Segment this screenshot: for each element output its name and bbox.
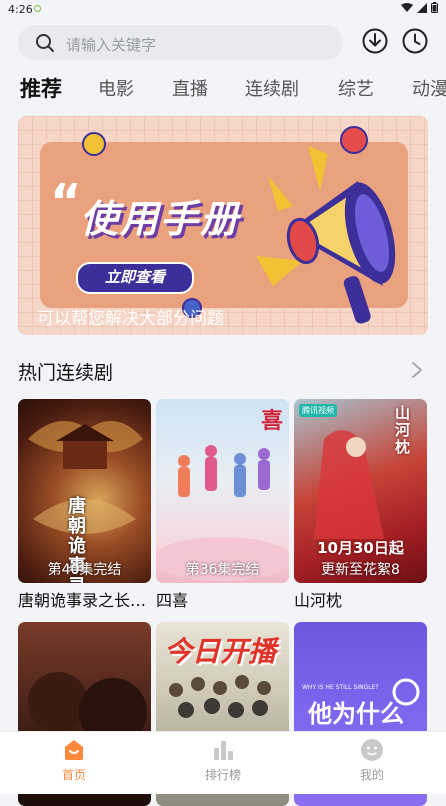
poster-card[interactable]: 喜 第36集完结 [156, 399, 289, 583]
tab-series[interactable]: 连续剧 [245, 75, 299, 101]
download-icon[interactable] [361, 27, 389, 55]
episode-label: 更新至花絮8 [321, 562, 400, 578]
poster-art-text: 喜 [260, 409, 283, 434]
poster-title[interactable]: 四喜 [156, 587, 296, 611]
search-icon [36, 34, 54, 52]
quote-mark-icon: “ [50, 174, 82, 230]
profile-icon [361, 739, 383, 761]
view-now-button[interactable]: 立即查看 [76, 262, 194, 294]
status-bar: 4:26 [0, 0, 446, 18]
tab-movies[interactable]: 电影 [98, 75, 134, 101]
episode-label: 第40集完结 [47, 562, 122, 578]
poster-card[interactable]: 唐朝诡事录 第40集完结 [18, 399, 151, 583]
wifi-icon [401, 2, 413, 12]
banner-subtitle: 可以帮您解决大部分问题 [37, 309, 224, 329]
nav-profile[interactable]: 我的 [332, 738, 412, 783]
decor-circle-yellow [82, 132, 106, 156]
search-bar[interactable]: 请输入关键字 [18, 25, 343, 60]
chevron-right-icon[interactable] [410, 360, 424, 380]
megaphone-icon [256, 146, 396, 324]
poster-title[interactable]: 唐朝诡事录之长… [18, 587, 158, 611]
poster-art-text: 10月30日起 [317, 539, 404, 557]
nav-home-label: 首页 [61, 768, 86, 782]
status-time: 4:26 [8, 3, 33, 16]
ranking-icon [214, 741, 233, 760]
category-tabs: 推荐 电影 直播 连续剧 综艺 动漫 [0, 70, 446, 110]
poster-title[interactable]: 山河枕 [294, 587, 434, 611]
banner-title: 使用手册 [80, 197, 241, 241]
home-icon [65, 740, 83, 760]
nav-profile-label: 我的 [359, 768, 384, 782]
nav-home[interactable]: 首页 [34, 738, 114, 783]
notification-dot-icon [34, 5, 41, 12]
tab-live[interactable]: 直播 [172, 75, 208, 101]
battery-icon [431, 2, 438, 13]
history-clock-icon[interactable] [401, 27, 429, 55]
tab-anime[interactable]: 动漫 [412, 75, 446, 101]
tab-variety[interactable]: 综艺 [338, 75, 374, 101]
bottom-nav: 首页 排行榜 我的 [0, 731, 446, 794]
nav-ranking[interactable]: 排行榜 [183, 738, 263, 783]
episode-label: 第36集完结 [185, 562, 260, 578]
poster-card[interactable]: 腾讯视频 山河枕 10月30日起 更新至花絮8 [294, 399, 427, 583]
signal-icon [417, 2, 427, 13]
section-title: 热门连续剧 [18, 362, 114, 384]
tab-recommend[interactable]: 推荐 [20, 73, 62, 103]
search-input[interactable]: 请输入关键字 [66, 34, 156, 55]
promo-banner[interactable]: “ 使用手册 立即查看 可以帮您解决大部分问题 [18, 116, 428, 335]
system-icons [401, 2, 438, 13]
nav-ranking-label: 排行榜 [204, 768, 241, 782]
